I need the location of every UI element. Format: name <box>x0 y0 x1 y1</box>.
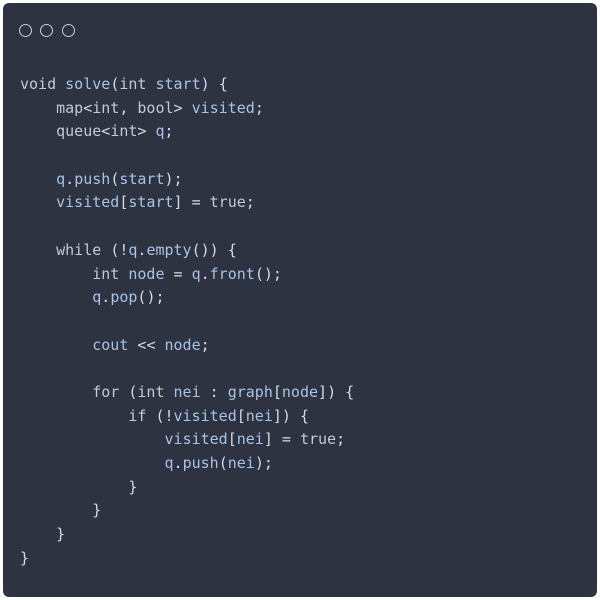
window-control-2-icon[interactable] <box>40 24 53 37</box>
code-line: } <box>92 501 102 520</box>
code-window: void solve(int start) { map<int, bool> v… <box>3 3 597 597</box>
window-titlebar <box>3 3 597 58</box>
code-line: for (int nei : graph[node]) { <box>92 382 355 401</box>
code-line: map<int, bool> visited; <box>56 98 264 117</box>
code-line: cout << node; <box>92 335 210 354</box>
code-line: visited[start] = true; <box>56 193 255 212</box>
code-line: } <box>56 525 66 544</box>
code-line: q.push(start); <box>56 169 183 188</box>
code-block: void solve(int start) { map<int, bool> v… <box>20 73 354 570</box>
code-line: while (!q.empty()) { <box>56 240 237 259</box>
code-line: } <box>20 548 30 567</box>
code-line: q.push(nei); <box>164 454 273 472</box>
code-line: } <box>128 477 138 496</box>
code-line: void solve(int start) { <box>20 75 228 93</box>
code-line: visited[nei] = true; <box>164 430 346 449</box>
code-line: queue<int> q; <box>56 122 174 141</box>
code-line: if (!visited[nei]) { <box>128 406 309 425</box>
code-line: int node = q.front(); <box>92 264 282 283</box>
window-control-3-icon[interactable] <box>62 24 75 37</box>
code-line: q.pop(); <box>92 288 165 307</box>
window-control-1-icon[interactable] <box>19 24 32 37</box>
